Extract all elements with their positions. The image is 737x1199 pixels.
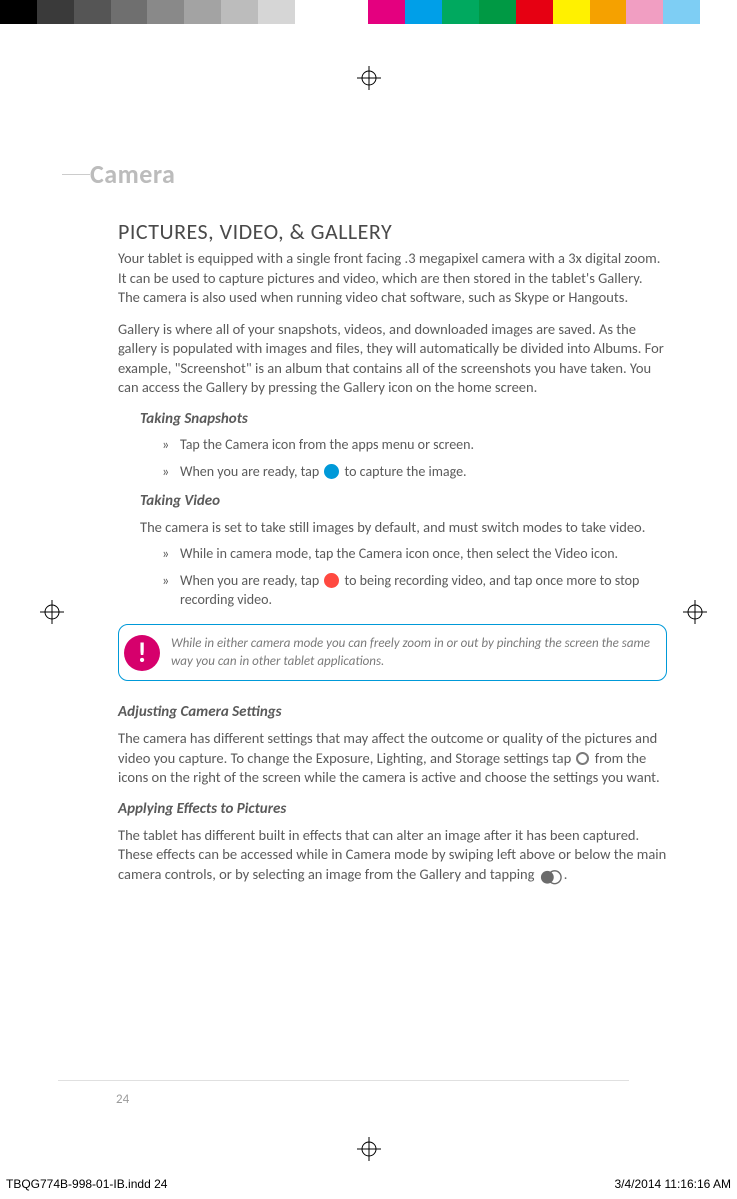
color-swatch: [590, 0, 627, 24]
color-swatch: [111, 0, 148, 24]
print-footer: TBQG774B-998-01-IB.indd 24 3/4/2014 11:1…: [6, 1177, 731, 1191]
record-button-icon: [324, 573, 339, 588]
settings-ring-icon: [576, 752, 589, 765]
color-swatch: [368, 0, 405, 24]
page-number: 24: [116, 1092, 129, 1107]
video-step-2: When you are ready, tap to being recordi…: [162, 572, 667, 610]
tip-callout: ! While in either camera mode you can fr…: [118, 624, 667, 681]
color-swatch: [700, 0, 737, 24]
callout-text: While in either camera mode you can free…: [165, 625, 666, 680]
registration-mark-icon: [357, 66, 381, 90]
color-swatch: [332, 0, 369, 24]
color-swatch: [663, 0, 700, 24]
shutter-button-icon: [324, 464, 339, 479]
snapshot-step-2: When you are ready, tap to capture the i…: [162, 463, 667, 482]
heading-adjusting-settings: Adjusting Camera Settings: [118, 703, 667, 721]
page-content: Camera PICTURES, VIDEO, & GALLERY Your t…: [0, 24, 737, 884]
color-swatch: [442, 0, 479, 24]
video-intro: The camera is set to take still images b…: [140, 518, 667, 538]
color-swatch: [184, 0, 221, 24]
intro-paragraph-1: Your tablet is equipped with a single fr…: [118, 249, 667, 308]
color-swatch: [626, 0, 663, 24]
color-swatch: [0, 0, 37, 24]
color-swatch: [295, 0, 332, 24]
section-rule: [62, 174, 90, 175]
registration-mark-icon: [683, 600, 707, 624]
heading-pictures-video-gallery: PICTURES, VIDEO, & GALLERY: [118, 218, 667, 245]
callout-icon-wrap: !: [119, 625, 165, 680]
color-swatch: [74, 0, 111, 24]
snapshot-step-2-prefix: When you are ready, tap: [180, 463, 322, 480]
heading-taking-video: Taking Video: [140, 492, 667, 510]
heading-applying-effects: Applying Effects to Pictures: [118, 800, 667, 818]
effects-overlap-icon: [540, 869, 562, 885]
video-step-1: While in camera mode, tap the Camera ico…: [162, 545, 667, 564]
heading-taking-snapshots: Taking Snapshots: [140, 410, 667, 428]
color-swatch: [479, 0, 516, 24]
color-swatch: [553, 0, 590, 24]
snapshot-step-2-suffix: to capture the image.: [341, 463, 466, 480]
snapshot-step-1: Tap the Camera icon from the apps menu o…: [162, 436, 667, 455]
color-swatch: [221, 0, 258, 24]
intro-paragraph-2: Gallery is where all of your snapshots, …: [118, 320, 667, 398]
exclamation-icon: !: [124, 635, 160, 671]
video-step-2-prefix: When you are ready, tap: [180, 572, 322, 589]
section-title: Camera: [90, 158, 175, 190]
effects-text-suffix: .: [564, 865, 568, 883]
color-swatch: [147, 0, 184, 24]
color-swatch: [258, 0, 295, 24]
adjusting-settings-text: The camera has different settings that m…: [118, 729, 667, 788]
footer-timestamp: 3/4/2014 11:16:16 AM: [614, 1177, 731, 1191]
registration-mark-icon: [40, 600, 64, 624]
color-swatch: [516, 0, 553, 24]
registration-mark-icon: [357, 1137, 381, 1161]
color-calibration-bar: [0, 0, 737, 24]
color-swatch: [37, 0, 74, 24]
footer-filename: TBQG774B-998-01-IB.indd 24: [6, 1177, 167, 1191]
effects-text-prefix: The tablet has different built in effect…: [118, 826, 666, 883]
color-swatch: [405, 0, 442, 24]
applying-effects-text: The tablet has different built in effect…: [118, 826, 667, 885]
